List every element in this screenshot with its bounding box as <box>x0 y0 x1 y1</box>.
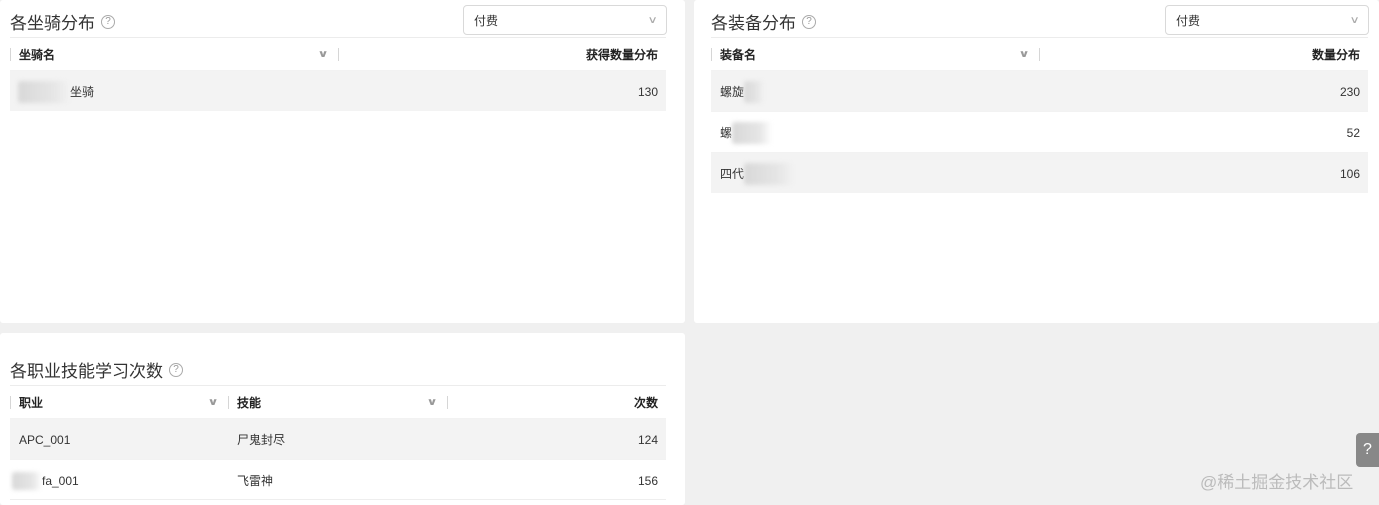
table-row[interactable]: 螺 52 <box>711 111 1368 152</box>
column-divider <box>10 48 11 61</box>
help-icon[interactable]: ? <box>169 362 183 377</box>
column-divider <box>10 396 11 409</box>
redacted-mask <box>744 80 765 103</box>
col-header-count[interactable]: 获得数量分布 <box>586 38 658 71</box>
sort-chevron-icon[interactable]: ∨ <box>207 386 218 419</box>
table-row[interactable]: APC_001 尸鬼封尽 124 <box>10 418 666 459</box>
mount-panel-title: 各坐骑分布 ? <box>10 9 115 34</box>
equip-name-cell: 螺 <box>720 112 773 153</box>
equip-panel-title: 各装备分布 ? <box>711 9 816 34</box>
table-row[interactable]: 坐骑 130 <box>10 70 666 111</box>
skill-learning-panel: 各职业技能学习次数 ? 职业 ∨ 技能 ∨ 次数 APC_001 尸鬼封尽 12… <box>0 333 685 505</box>
count-cell: 124 <box>637 432 658 447</box>
equip-filter-value: 付费 <box>1176 13 1201 28</box>
mount-filter-value: 付费 <box>474 13 499 28</box>
equip-count-cell: 106 <box>1339 166 1360 181</box>
job-cell: fa_001 <box>12 460 79 501</box>
mount-name-cell: 坐骑 <box>18 71 94 112</box>
job-text: fa_001 <box>42 473 79 488</box>
table-row[interactable]: 螺旋 230 <box>711 70 1368 111</box>
help-icon[interactable]: ? <box>101 14 115 29</box>
column-divider <box>447 396 448 409</box>
chevron-down-icon: ∨ <box>1349 14 1360 26</box>
equipment-distribution-panel: 各装备分布 ? 付费 ∨ 装备名 ∨ 数量分布 螺旋 230 螺 52 四代 1… <box>694 0 1379 323</box>
watermark: @稀土掘金技术社区 <box>1200 473 1354 492</box>
column-divider <box>711 48 712 61</box>
col-header-job[interactable]: 职业 <box>19 386 43 419</box>
table-row[interactable]: 四代 106 <box>711 152 1368 193</box>
mount-table: 坐骑名 ∨ 获得数量分布 坐骑 130 <box>10 37 666 111</box>
mount-table-header: 坐骑名 ∨ 获得数量分布 <box>10 37 666 70</box>
table-row[interactable]: fa_001 飞雷神 156 <box>10 459 666 500</box>
equip-table-header: 装备名 ∨ 数量分布 <box>711 37 1368 70</box>
equip-filter-select[interactable]: 付费 ∨ <box>1165 5 1369 35</box>
equip-name-text: 螺 <box>720 126 733 140</box>
redacted-mask <box>18 80 70 103</box>
skill-panel-title-text: 各职业技能学习次数 <box>10 362 163 381</box>
equip-name-cell: 四代 <box>720 153 795 194</box>
column-divider <box>338 48 339 61</box>
count-cell: 156 <box>637 473 658 488</box>
equip-table: 装备名 ∨ 数量分布 螺旋 230 螺 52 四代 106 <box>711 37 1368 193</box>
sort-chevron-icon[interactable]: ∨ <box>426 386 437 419</box>
equip-panel-title-text: 各装备分布 <box>711 14 796 33</box>
mount-filter-select[interactable]: 付费 ∨ <box>463 5 667 35</box>
chevron-down-icon: ∨ <box>647 14 658 26</box>
skill-table: 职业 ∨ 技能 ∨ 次数 APC_001 尸鬼封尽 124 fa_001 飞雷神… <box>10 385 666 500</box>
mount-panel-title-text: 各坐骑分布 <box>10 14 95 33</box>
column-divider <box>1039 48 1040 61</box>
redacted-mask <box>12 471 42 490</box>
redacted-mask <box>732 121 773 144</box>
skill-panel-title: 各职业技能学习次数 ? <box>10 357 183 382</box>
col-header-mount-name[interactable]: 坐骑名 <box>19 38 55 71</box>
col-header-equip-name[interactable]: 装备名 <box>720 38 756 71</box>
skill-cell: 飞雷神 <box>237 474 274 488</box>
job-cell: APC_001 <box>19 432 71 447</box>
mount-distribution-panel: 各坐骑分布 ? 付费 ∨ 坐骑名 ∨ 获得数量分布 坐骑 130 <box>0 0 685 323</box>
help-icon[interactable]: ? <box>802 14 816 29</box>
equip-name-cell: 螺旋 <box>720 71 765 112</box>
column-divider <box>228 396 229 409</box>
equip-count-cell: 52 <box>1346 125 1360 140</box>
col-header-count[interactable]: 数量分布 <box>1312 38 1360 71</box>
equip-count-cell: 230 <box>1339 84 1360 99</box>
skill-table-header: 职业 ∨ 技能 ∨ 次数 <box>10 385 666 418</box>
redacted-mask <box>744 162 795 185</box>
mount-name-text: 坐骑 <box>70 85 95 99</box>
help-bulb-icon[interactable]: ? <box>1356 433 1379 467</box>
col-header-skill[interactable]: 技能 <box>237 386 261 419</box>
skill-cell: 尸鬼封尽 <box>237 433 286 447</box>
equip-name-text: 四代 <box>720 167 745 181</box>
col-header-count[interactable]: 次数 <box>634 386 658 419</box>
sort-chevron-icon[interactable]: ∨ <box>317 38 328 71</box>
sort-chevron-icon[interactable]: ∨ <box>1018 38 1029 71</box>
equip-name-text: 螺旋 <box>720 85 745 99</box>
mount-count-cell: 130 <box>637 84 658 99</box>
